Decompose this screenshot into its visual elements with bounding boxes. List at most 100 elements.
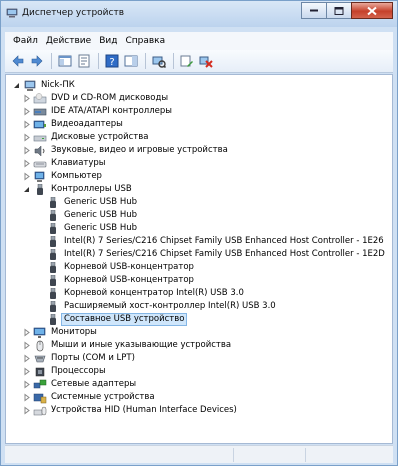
menu-help[interactable]: Справка: [121, 36, 169, 46]
collapsed-arrow-icon[interactable]: [22, 133, 31, 142]
update-driver-button[interactable]: [178, 52, 196, 70]
usb-plug-icon: [46, 209, 60, 222]
forward-arrow-icon: [31, 55, 43, 67]
tree-category-disks[interactable]: Дисковые устройства: [22, 131, 148, 144]
menu-view[interactable]: Вид: [95, 36, 121, 46]
tree-category-ide[interactable]: IDE ATA/ATAPI контроллеры: [22, 105, 172, 118]
tree-category-sound[interactable]: Звуковые, видео и игровые устройства: [22, 144, 228, 157]
title-bar[interactable]: Диспетчер устройств: [1, 1, 397, 27]
collapsed-arrow-icon[interactable]: [22, 406, 31, 415]
computer-icon: [23, 80, 37, 92]
usb-plug-icon: [46, 261, 60, 274]
tree-category-video[interactable]: Видеоадаптеры: [22, 118, 123, 131]
tree-device-usb[interactable]: Intel(R) 7 Series/C216 Chipset Family US…: [46, 235, 384, 248]
speaker-icon: [33, 144, 47, 157]
show-hide-console-tree-button[interactable]: [56, 52, 74, 70]
update-driver-icon: [180, 55, 193, 67]
monitor-icon: [33, 327, 47, 339]
device-tree[interactable]: Nick-ПК DVD и CD-ROM дисководы IDE ATA/A…: [5, 74, 393, 444]
action-pane-button[interactable]: [122, 52, 140, 70]
tree-category-network[interactable]: Сетевые адаптеры: [22, 378, 136, 391]
usb-plug-icon: [46, 274, 60, 287]
port-icon: [33, 353, 47, 365]
device-manager-icon: [6, 8, 18, 18]
tree-device-usb[interactable]: Generic USB Hub: [46, 196, 137, 209]
minimize-button[interactable]: [301, 2, 327, 19]
tree-device-usb[interactable]: Корневой USB-концентратор: [46, 261, 194, 274]
device-manager-window: Диспетчер устройств Файл Действие Вид Сп…: [0, 0, 398, 466]
usb-plug-icon: [33, 183, 47, 196]
keyboard-icon: [33, 158, 47, 170]
tree-category-ports[interactable]: Порты (COM и LPT): [22, 352, 135, 365]
status-bar: [5, 445, 393, 463]
tree-device-usb-selected[interactable]: Составное USB устройство: [46, 313, 188, 326]
status-bar-divider: [233, 448, 234, 462]
properties-button[interactable]: [75, 52, 93, 70]
tree-category-system[interactable]: Системные устройства: [22, 391, 155, 404]
toolbar-separator: [98, 53, 99, 69]
tree-device-usb[interactable]: Intel(R) 7 Series/C216 Chipset Family US…: [46, 248, 385, 261]
tree-category-mice[interactable]: Мыши и иные указывающие устройства: [22, 339, 231, 352]
tree-category-keyboards[interactable]: Клавиатуры: [22, 157, 106, 170]
maximize-button[interactable]: [326, 2, 352, 19]
collapsed-arrow-icon[interactable]: [22, 159, 31, 168]
help-button[interactable]: ?: [103, 52, 121, 70]
disk-drive-icon: [33, 132, 47, 144]
tree-device-usb[interactable]: Корневой USB-концентратор: [46, 274, 194, 287]
menu-action[interactable]: Действие: [42, 36, 95, 46]
tree-device-usb[interactable]: Корневой концентратор Intel(R) USB 3.0: [46, 287, 244, 300]
tree-category-monitors[interactable]: Мониторы: [22, 326, 97, 339]
action-pane-icon: [124, 55, 138, 67]
usb-plug-icon: [46, 300, 60, 313]
collapsed-arrow-icon[interactable]: [22, 94, 31, 103]
usb-plug-icon: [46, 313, 60, 326]
scan-hardware-button[interactable]: [150, 52, 168, 70]
tree-category-processors[interactable]: Процессоры: [22, 365, 106, 378]
window-title: Диспетчер устройств: [22, 8, 125, 18]
collapsed-arrow-icon[interactable]: [22, 172, 31, 181]
usb-plug-icon: [46, 196, 60, 209]
toolbar: ?: [5, 50, 393, 73]
system-devices-icon: [33, 392, 47, 404]
dvd-drive-icon: [33, 92, 47, 105]
expanded-arrow-icon[interactable]: [12, 81, 21, 90]
expanded-arrow-icon[interactable]: [22, 185, 31, 194]
tree-category-usb[interactable]: Контроллеры USB: [22, 183, 132, 196]
toolbar-separator: [173, 53, 174, 69]
collapsed-arrow-icon[interactable]: [22, 107, 31, 116]
network-adapter-icon: [33, 379, 47, 391]
usb-plug-icon: [46, 235, 60, 248]
collapsed-arrow-icon[interactable]: [22, 341, 31, 350]
computer-icon: [33, 171, 47, 183]
svg-text:?: ?: [109, 57, 114, 68]
status-bar-divider: [305, 448, 306, 462]
tree-category-dvd[interactable]: DVD и CD-ROM дисководы: [22, 92, 168, 105]
tree-category-hid[interactable]: Устройства HID (Human Interface Devices): [22, 404, 237, 417]
collapsed-arrow-icon[interactable]: [22, 354, 31, 363]
back-button[interactable]: [9, 52, 27, 70]
display-adapter-icon: [33, 119, 47, 131]
caption-buttons: [301, 2, 393, 20]
usb-plug-icon: [46, 222, 60, 235]
collapsed-arrow-icon[interactable]: [22, 380, 31, 389]
usb-plug-icon: [46, 287, 60, 300]
toolbar-separator: [145, 53, 146, 69]
forward-button[interactable]: [28, 52, 46, 70]
properties-icon: [78, 54, 90, 68]
collapsed-arrow-icon[interactable]: [22, 328, 31, 337]
collapsed-arrow-icon[interactable]: [22, 393, 31, 402]
usb-plug-icon: [46, 248, 60, 261]
tree-category-computer[interactable]: Компьютер: [22, 170, 102, 183]
mouse-icon: [33, 340, 47, 352]
back-arrow-icon: [12, 55, 24, 67]
close-button[interactable]: [351, 2, 393, 19]
collapsed-arrow-icon[interactable]: [22, 367, 31, 376]
collapsed-arrow-icon[interactable]: [22, 120, 31, 129]
tree-root-computer[interactable]: Nick-ПК: [12, 79, 75, 92]
menu-file[interactable]: Файл: [9, 36, 42, 46]
tree-device-usb[interactable]: Расширяемый хост-контроллер Intel(R) USB…: [46, 300, 276, 313]
tree-device-usb[interactable]: Generic USB Hub: [46, 222, 137, 235]
uninstall-button[interactable]: [197, 52, 215, 70]
tree-device-usb[interactable]: Generic USB Hub: [46, 209, 137, 222]
collapsed-arrow-icon[interactable]: [22, 146, 31, 155]
